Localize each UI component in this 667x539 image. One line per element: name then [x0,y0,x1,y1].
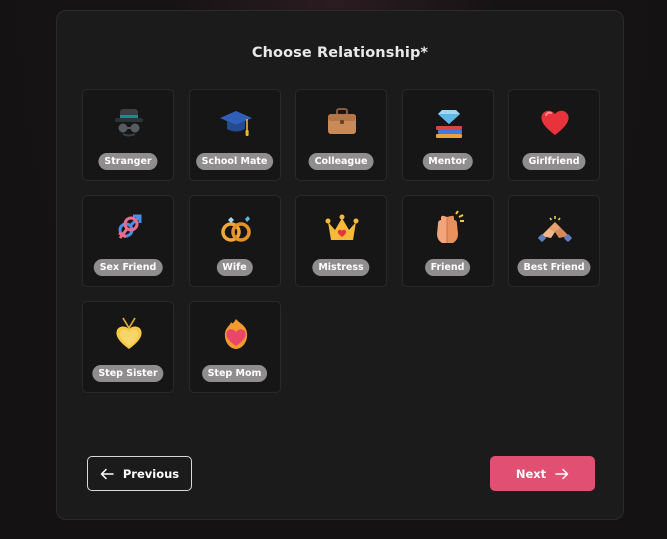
gender-symbols-icon [111,210,147,246]
wedding-rings-icon [218,210,254,246]
relationship-option-friend[interactable]: Friend [401,195,494,287]
page-background: Choose Relationship* Stranger School Mat… [0,0,667,539]
diamond-books-icon [431,104,467,140]
relationship-option-stranger[interactable]: Stranger [82,89,174,181]
relationship-label: Step Mom [201,365,268,382]
arrow-right-icon [555,468,569,480]
relationship-option-wife[interactable]: Wife [188,195,281,287]
red-heart-icon [537,104,573,140]
relationship-label: Sex Friend [93,259,163,276]
briefcase-icon [324,104,360,140]
relationship-option-sex-friend[interactable]: Sex Friend [82,195,174,287]
handshake-icon [537,210,573,246]
relationship-label: Step Sister [92,365,164,382]
next-button-label: Next [515,466,547,481]
relationship-option-mistress[interactable]: Mistress [295,195,387,287]
crown-icon [324,210,360,246]
relationship-label: School Mate [195,153,274,170]
relationship-grid: Stranger School Mate Colleague Mentor Gi… [82,89,600,393]
next-button[interactable]: Next [490,456,595,491]
relationship-option-colleague[interactable]: Colleague [295,89,387,181]
relationship-label: Mistress [312,259,370,276]
relationship-label: Wife [216,259,253,276]
relationship-label: Best Friend [517,259,591,276]
relationship-option-girlfriend[interactable]: Girlfriend [508,89,600,181]
relationship-label: Colleague [308,153,374,170]
previous-button[interactable]: Previous [87,456,192,491]
relationship-option-step-mom[interactable]: Step Mom [188,301,281,393]
relationship-card: Choose Relationship* Stranger School Mat… [56,10,624,520]
flaming-heart-icon [218,316,254,352]
relationship-option-best-friend[interactable]: Best Friend [508,195,600,287]
relationship-label: Mentor [422,153,473,170]
relationship-label: Stranger [98,153,158,170]
heart-pendant-icon [111,316,147,352]
relationship-option-school-mate[interactable]: School Mate [188,89,281,181]
relationship-label: Girlfriend [522,153,586,170]
spy-hat-icon [111,104,147,140]
arrow-left-icon [100,468,114,480]
relationship-label: Friend [424,259,471,276]
relationship-option-step-sister[interactable]: Step Sister [82,301,174,393]
graduation-cap-icon [218,104,254,140]
page-title: Choose Relationship* [251,45,429,61]
relationship-option-mentor[interactable]: Mentor [401,89,494,181]
high-five-icon [431,210,467,246]
previous-button-label: Previous [122,466,180,481]
